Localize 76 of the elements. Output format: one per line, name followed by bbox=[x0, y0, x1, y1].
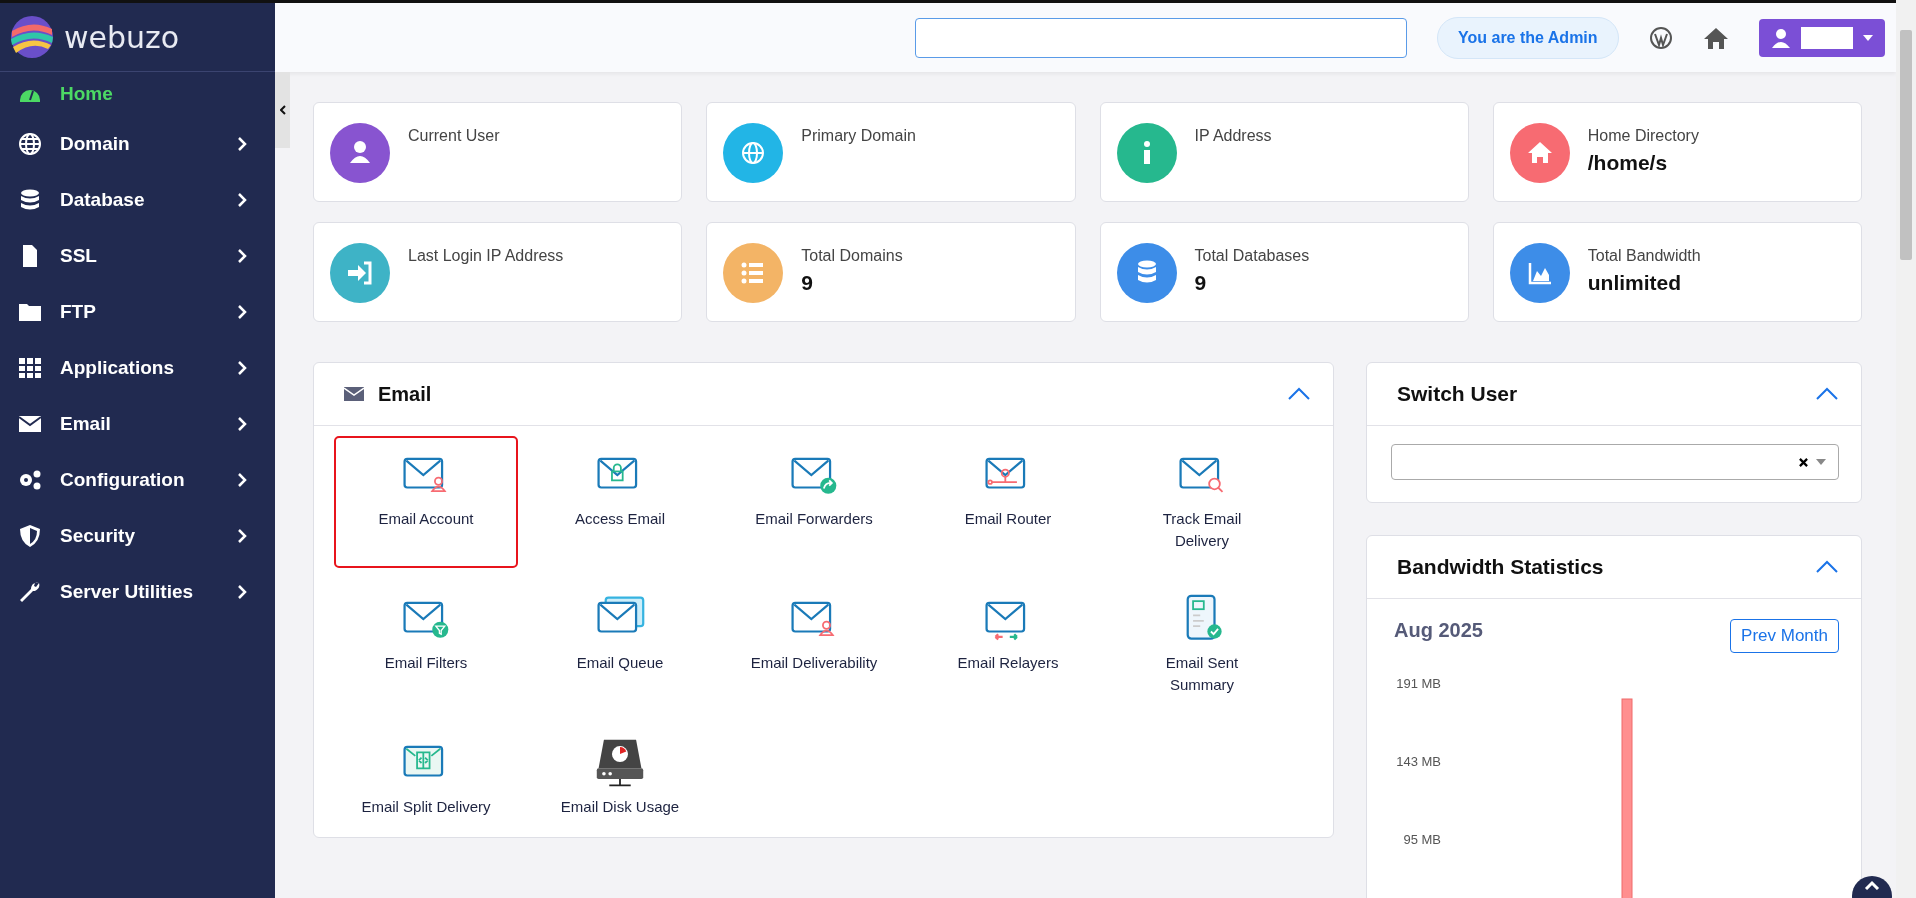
admin-badge: You are the Admin bbox=[1437, 16, 1619, 59]
stat-label: Primary Domain bbox=[801, 127, 916, 145]
email-tool-tile[interactable]: Email Disk Usage bbox=[528, 724, 712, 856]
sidebar-item[interactable]: FTP bbox=[0, 284, 275, 340]
home-icon[interactable] bbox=[1702, 25, 1729, 50]
prev-month-button[interactable]: Prev Month bbox=[1730, 619, 1839, 653]
email-tool-tile[interactable]: Track Email Delivery bbox=[1110, 436, 1294, 568]
sidebar-item[interactable]: Applications bbox=[0, 340, 275, 396]
collapse-tab[interactable] bbox=[275, 72, 290, 148]
shield-icon bbox=[18, 524, 42, 548]
scrollbar[interactable] bbox=[1896, 0, 1916, 898]
stat-value: 9 bbox=[1194, 271, 1208, 295]
chevron-up-icon bbox=[1864, 880, 1880, 890]
email-tool-tile[interactable]: Access Email bbox=[528, 436, 712, 568]
stat-label: Home Directory bbox=[1587, 127, 1699, 145]
caret-icon bbox=[1816, 459, 1826, 465]
panel-title: Email bbox=[378, 382, 433, 406]
chevron-up-icon[interactable] bbox=[1287, 387, 1311, 401]
month-label: Aug 2025 bbox=[1394, 619, 1483, 642]
chevron-right-icon bbox=[237, 304, 247, 320]
chevron-right-icon bbox=[237, 360, 247, 376]
sidebar-item[interactable]: Server Utilities bbox=[0, 564, 275, 620]
redacted-block bbox=[1800, 26, 1853, 49]
stat-value: /home/s bbox=[1587, 151, 1669, 175]
email-tool-tile[interactable]: Email Sent Summary bbox=[1110, 580, 1294, 712]
axis-label: 95 MB bbox=[1403, 832, 1441, 847]
user-menu-button[interactable] bbox=[1758, 18, 1885, 57]
stat-label: Total Bandwidth bbox=[1587, 247, 1701, 265]
stat-label: Current User bbox=[408, 127, 500, 145]
stat-label: Total Domains bbox=[801, 247, 903, 265]
chevron-right-icon bbox=[237, 528, 247, 544]
stat-label: IP Address bbox=[1194, 127, 1272, 145]
axis-label: 143 MB bbox=[1396, 754, 1441, 769]
clear-icon[interactable] bbox=[1799, 457, 1808, 467]
axis-label: 191 MB bbox=[1396, 676, 1441, 691]
brand-name: webuzo bbox=[64, 19, 180, 55]
chevron-up-icon[interactable] bbox=[1815, 387, 1839, 401]
caret-icon bbox=[1862, 34, 1873, 41]
email-tool-tile[interactable]: Email Split Delivery bbox=[334, 724, 518, 856]
sidebar-item[interactable]: Home bbox=[0, 72, 275, 116]
email-tool-tile[interactable]: Email Filters bbox=[334, 580, 518, 712]
search-field[interactable] bbox=[915, 17, 1407, 58]
sidebar-item[interactable]: Database bbox=[0, 172, 275, 228]
wrench-icon bbox=[18, 580, 42, 604]
logo-icon bbox=[10, 15, 54, 59]
chevron-right-icon bbox=[237, 416, 247, 432]
stat-value: 9 bbox=[801, 271, 814, 295]
sidebar-item[interactable]: SSL bbox=[0, 228, 275, 284]
chevron-left-icon bbox=[279, 105, 286, 115]
wordpress-icon[interactable] bbox=[1648, 25, 1673, 50]
chevron-right-icon bbox=[237, 584, 247, 600]
stat-value: unlimited bbox=[1587, 271, 1683, 295]
email-tool-tile[interactable]: Email Account bbox=[334, 436, 518, 568]
user-icon bbox=[1770, 27, 1791, 48]
email-tool-tile[interactable]: Email Queue bbox=[528, 580, 712, 712]
sidebar-item[interactable]: Domain bbox=[0, 116, 275, 172]
chevron-up-icon[interactable] bbox=[1815, 560, 1839, 574]
envelope-icon bbox=[344, 387, 364, 401]
sidebar-item[interactable]: Configuration bbox=[0, 452, 275, 508]
globe-icon bbox=[18, 132, 42, 156]
sidebar-item[interactable]: Email bbox=[0, 396, 275, 452]
chevron-right-icon bbox=[237, 248, 247, 264]
stat-label: Last Login IP Address bbox=[408, 247, 564, 265]
grid-icon bbox=[18, 356, 42, 380]
email-tool-tile[interactable]: Email Deliverability bbox=[722, 580, 906, 712]
panel-title: Bandwidth Statistics bbox=[1397, 555, 1605, 579]
database-icon bbox=[18, 188, 42, 212]
stat-label: Total Databases bbox=[1194, 247, 1310, 265]
sidebar-item[interactable]: Security bbox=[0, 508, 275, 564]
chevron-right-icon bbox=[237, 192, 247, 208]
panel-title: Switch User bbox=[1397, 382, 1519, 406]
email-tool-tile[interactable]: Email Relayers bbox=[916, 580, 1100, 712]
email-tool-tile[interactable]: Email Router bbox=[916, 436, 1100, 568]
chevron-right-icon bbox=[237, 136, 247, 152]
chevron-right-icon bbox=[237, 472, 247, 488]
email-tool-tile[interactable]: Email Forwarders bbox=[722, 436, 906, 568]
